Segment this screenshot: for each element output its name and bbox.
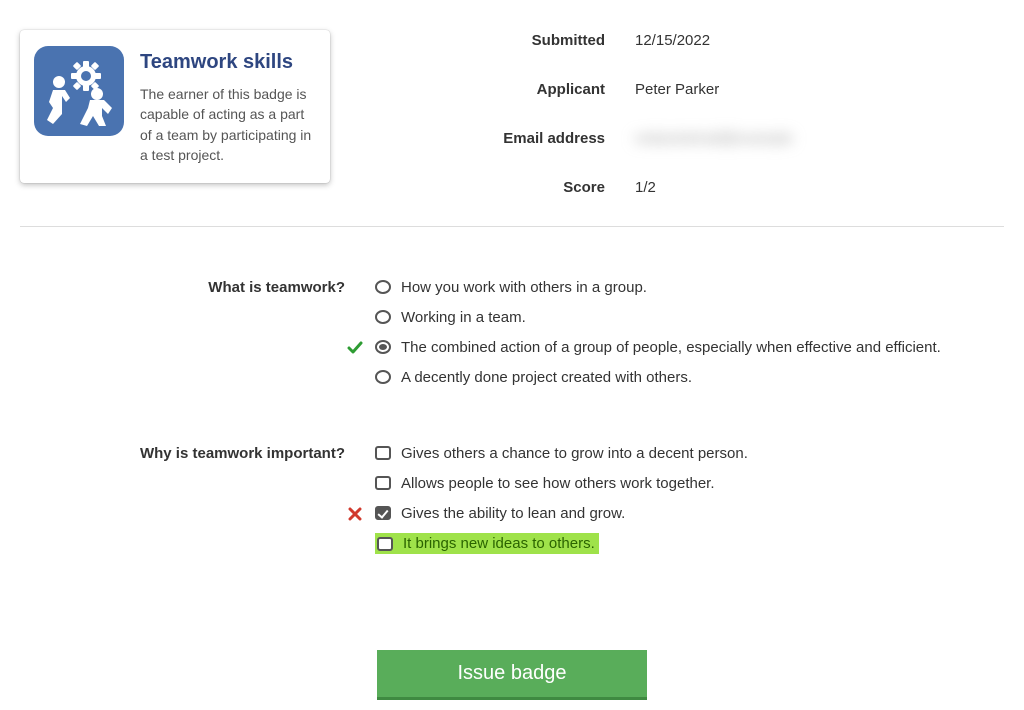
checkbox-checked-icon: [375, 506, 391, 520]
radio-icon: [375, 310, 391, 324]
radio-selected-icon: [375, 340, 391, 354]
checkbox-icon: [375, 446, 391, 460]
checkbox-icon: [377, 537, 393, 551]
checkbox-icon: [375, 476, 391, 490]
q1-option-1-text: Working in a team.: [401, 309, 526, 326]
q1-option-3-text: A decently done project created with oth…: [401, 369, 692, 386]
divider: [20, 226, 1004, 227]
highlighted-correct-answer: It brings new ideas to others.: [375, 533, 599, 554]
badge-card: Teamwork skills The earner of this badge…: [20, 30, 330, 183]
q1-option-2-text: The combined action of a group of people…: [401, 339, 941, 356]
issue-badge-button[interactable]: Issue badge: [377, 650, 647, 700]
q1-option-0-text: How you work with others in a group.: [401, 279, 647, 296]
badge-description: The earner of this badge is capable of a…: [140, 84, 312, 165]
q1-option-2[interactable]: The combined action of a group of people…: [375, 337, 1004, 357]
teamwork-icon: [34, 46, 124, 136]
q2-option-3[interactable]: It brings new ideas to others.: [375, 533, 1004, 554]
question-1: What is teamwork? How you work with othe…: [20, 277, 1004, 397]
value-email: redactedmail@example: [635, 130, 793, 147]
label-score: Score: [390, 179, 635, 196]
badge-title: Teamwork skills: [140, 50, 312, 74]
q1-option-1[interactable]: Working in a team.: [375, 307, 1004, 327]
label-submitted: Submitted: [390, 32, 635, 49]
value-applicant: Peter Parker: [635, 81, 719, 98]
q2-option-2[interactable]: Gives the ability to lean and grow.: [375, 503, 1004, 523]
q2-option-0[interactable]: Gives others a chance to grow into a dec…: [375, 443, 1004, 463]
q2-option-3-text: It brings new ideas to others.: [403, 535, 595, 552]
q2-option-0-text: Gives others a chance to grow into a dec…: [401, 445, 748, 462]
radio-icon: [375, 370, 391, 384]
question-1-label: What is teamwork?: [20, 277, 375, 397]
submission-info: Submitted 12/15/2022 Applicant Peter Par…: [330, 30, 1004, 196]
value-score: 1/2: [635, 179, 656, 196]
q2-option-2-text: Gives the ability to lean and grow.: [401, 505, 625, 522]
correct-mark-icon: [345, 338, 365, 358]
q1-option-3[interactable]: A decently done project created with oth…: [375, 367, 1004, 387]
value-submitted: 12/15/2022: [635, 32, 710, 49]
question-2-label: Why is teamwork important?: [20, 443, 375, 564]
label-email: Email address: [390, 130, 635, 147]
question-2: Why is teamwork important? Gives others …: [20, 443, 1004, 564]
label-applicant: Applicant: [390, 81, 635, 98]
q1-option-0[interactable]: How you work with others in a group.: [375, 277, 1004, 297]
q2-option-1[interactable]: Allows people to see how others work tog…: [375, 473, 1004, 493]
incorrect-mark-icon: [345, 504, 365, 524]
q2-option-1-text: Allows people to see how others work tog…: [401, 475, 715, 492]
radio-icon: [375, 280, 391, 294]
